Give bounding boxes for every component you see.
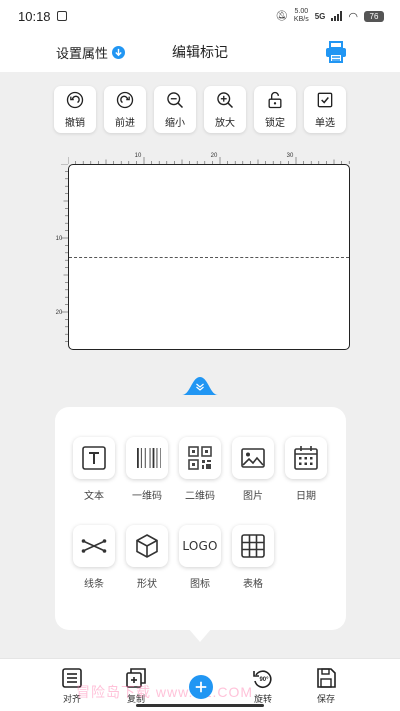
barcode-icon bbox=[137, 448, 161, 468]
zoom-out-label: 缩小 bbox=[165, 118, 185, 129]
single-select-label: 单选 bbox=[315, 118, 335, 129]
redo-button[interactable]: 前进 bbox=[104, 86, 146, 133]
status-time: 10:18 bbox=[18, 8, 51, 24]
calendar-icon bbox=[294, 446, 318, 470]
insert-shape-item[interactable]: 形状 bbox=[120, 525, 174, 590]
notification-icon bbox=[56, 11, 67, 21]
ruler-top-label-20: 20 bbox=[211, 153, 218, 159]
image-icon bbox=[241, 448, 265, 468]
ruler-top-label-10: 10 bbox=[135, 153, 142, 159]
cube-icon bbox=[136, 534, 158, 558]
ruler-top: 10 20 30 bbox=[68, 153, 350, 164]
table-icon bbox=[241, 534, 265, 558]
undo-label: 撤销 bbox=[65, 118, 85, 129]
undo-icon bbox=[66, 91, 84, 109]
insert-elements-panel: 文本 一维码 二维码 图片 日期 线条 形状 LOGO 图标 表格 bbox=[55, 407, 346, 630]
lock-icon bbox=[268, 91, 282, 109]
home-indicator bbox=[136, 704, 264, 707]
insert-line-item[interactable]: 线条 bbox=[67, 525, 121, 590]
insert-barcode-item[interactable]: 一维码 bbox=[120, 437, 174, 502]
printer-icon bbox=[326, 41, 346, 63]
insert-shape-label: 形状 bbox=[137, 579, 157, 590]
arrow-down-icon bbox=[112, 45, 126, 59]
label-canvas[interactable] bbox=[68, 164, 350, 350]
redo-label: 前进 bbox=[115, 118, 135, 129]
insert-image-item[interactable]: 图片 bbox=[226, 437, 280, 502]
insert-text-label: 文本 bbox=[84, 491, 104, 502]
insert-table-label: 表格 bbox=[243, 579, 263, 590]
insert-table-item[interactable]: 表格 bbox=[226, 525, 280, 590]
insert-qrcode-item[interactable]: 二维码 bbox=[173, 437, 227, 502]
wifi-icon: ◠ bbox=[348, 10, 358, 23]
insert-image-label: 图片 bbox=[243, 491, 263, 502]
ruler-left: 10 20 bbox=[56, 164, 68, 342]
plus-icon bbox=[195, 681, 207, 693]
text-icon bbox=[82, 446, 106, 470]
collapse-panel-button[interactable] bbox=[182, 375, 218, 395]
center-guide-line bbox=[69, 257, 349, 258]
line-icon bbox=[81, 539, 107, 553]
undo-button[interactable]: 撤销 bbox=[54, 86, 96, 133]
checkbox-icon bbox=[317, 92, 333, 108]
network-speed: 5.00 KB/s bbox=[293, 8, 309, 23]
printer-button[interactable] bbox=[324, 40, 348, 64]
label-canvas-area: 10 20 30 10 20 bbox=[54, 150, 354, 355]
battery-icon: 76 bbox=[364, 10, 384, 22]
settings-button[interactable]: 设置属性 bbox=[56, 43, 126, 62]
insert-barcode-label: 一维码 bbox=[132, 491, 162, 502]
insert-logo-item[interactable]: LOGO 图标 bbox=[173, 525, 227, 590]
edit-toolbar: 撤销 前进 缩小 放大 锁定 单选 bbox=[54, 86, 346, 133]
status-bar: 10:18 🔕︎ 5.00 KB/s 5G ◠ 76 bbox=[0, 0, 400, 32]
mute-icon: 🔕︎ bbox=[275, 10, 288, 22]
app-header: 编辑标记 设置属性 bbox=[0, 32, 400, 72]
ruler-left-label-10: 10 bbox=[56, 236, 63, 242]
settings-label: 设置属性 bbox=[56, 45, 109, 61]
insert-date-item[interactable]: 日期 bbox=[279, 437, 333, 502]
ruler-top-label-30: 30 bbox=[287, 153, 294, 159]
zoom-in-button[interactable]: 放大 bbox=[204, 86, 246, 133]
insert-line-label: 线条 bbox=[84, 579, 104, 590]
lock-label: 锁定 bbox=[265, 118, 285, 129]
zoom-in-label: 放大 bbox=[215, 118, 235, 129]
insert-date-label: 日期 bbox=[296, 491, 316, 502]
insert-qrcode-label: 二维码 bbox=[185, 491, 215, 502]
insert-text-item[interactable]: 文本 bbox=[67, 437, 121, 502]
add-element-button[interactable] bbox=[189, 675, 213, 699]
zoom-in-icon bbox=[217, 92, 234, 109]
panel-pointer bbox=[188, 628, 212, 642]
insert-logo-label: 图标 bbox=[190, 579, 210, 590]
qrcode-icon bbox=[188, 446, 212, 470]
redo-icon bbox=[116, 91, 134, 109]
logo-icon: LOGO bbox=[182, 539, 218, 553]
lock-button[interactable]: 锁定 bbox=[254, 86, 296, 133]
network-type: 5G bbox=[314, 11, 326, 21]
zoom-out-button[interactable]: 缩小 bbox=[154, 86, 196, 133]
chevron-double-down-icon bbox=[182, 377, 218, 395]
zoom-out-icon bbox=[167, 92, 184, 109]
single-select-button[interactable]: 单选 bbox=[304, 86, 346, 133]
signal-icon bbox=[331, 11, 343, 21]
ruler-left-label-20: 20 bbox=[56, 310, 63, 316]
